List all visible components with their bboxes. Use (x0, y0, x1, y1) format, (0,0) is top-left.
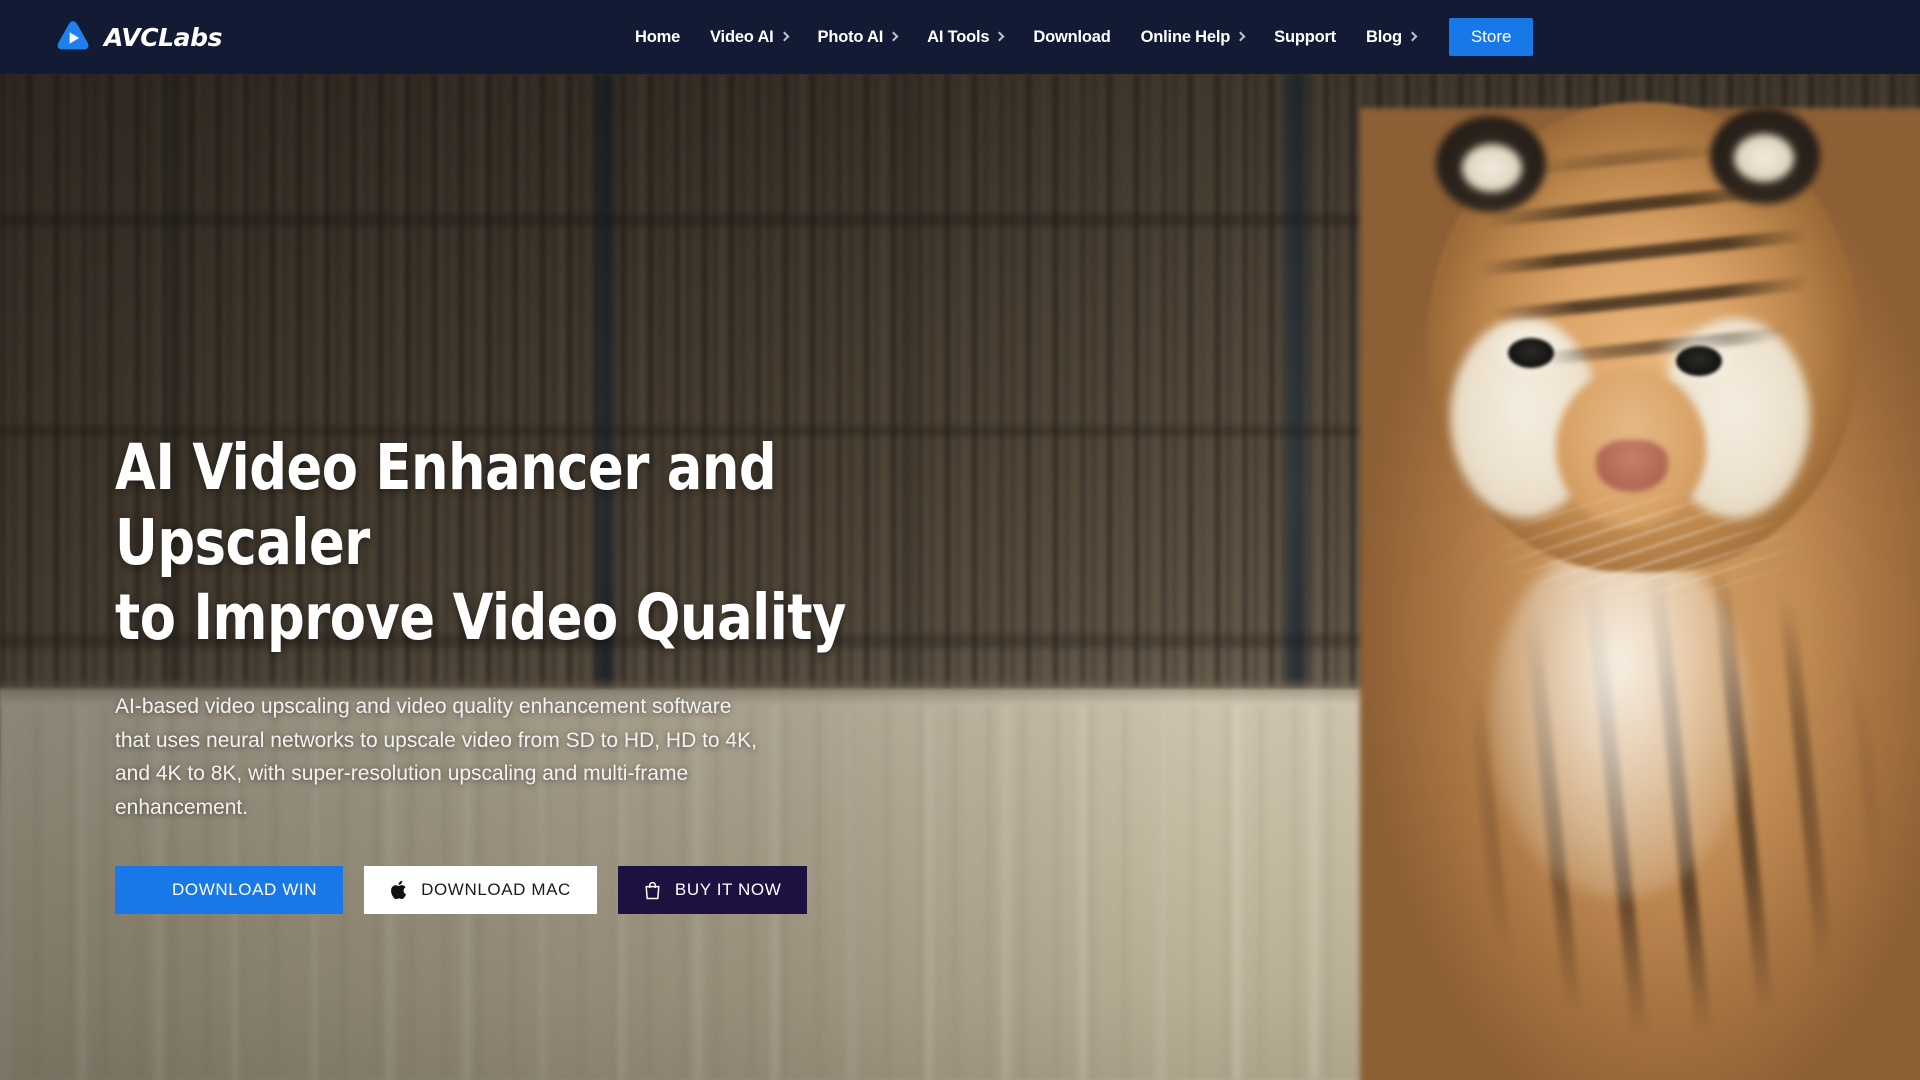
nav-item-ai-tools[interactable]: AI Tools (912, 0, 1018, 74)
nav-item-online-help[interactable]: Online Help (1126, 0, 1259, 74)
hero-headline-line2: to Improve Video Quality (115, 581, 846, 654)
chevron-right-icon (1407, 31, 1418, 42)
play-triangle-logo-icon (54, 18, 92, 56)
download-win-button[interactable]: DOWNLOAD WIN (115, 866, 344, 914)
main-navigation: Home Video AI Photo AI AI Tools Download… (620, 0, 1534, 74)
chevron-right-icon (888, 31, 899, 42)
hero-description: AI-based video upscaling and video quali… (115, 695, 757, 819)
windows-icon (141, 882, 158, 899)
download-win-label: DOWNLOAD WIN (172, 880, 318, 899)
apple-icon (390, 880, 407, 900)
nav-label: Blog (1365, 27, 1402, 46)
nav-label: Online Help (1140, 27, 1231, 46)
nav-label: Home (635, 27, 681, 46)
nav-label: Video AI (710, 27, 774, 46)
nav-item-download[interactable]: Download (1018, 0, 1125, 74)
chevron-right-icon (1235, 31, 1246, 42)
site-header: AVCLabs Home Video AI Photo AI AI Tools … (0, 0, 1920, 74)
buy-it-now-button[interactable]: BUY IT NOW (617, 866, 808, 914)
hero-content: AI Video Enhancer and Upscaler to Improv… (115, 430, 935, 914)
nav-item-photo-ai[interactable]: Photo AI (803, 0, 913, 74)
hero-section: AI Video Enhancer and Upscaler to Improv… (0, 74, 1920, 1080)
hero-headline-line1: AI Video Enhancer and Upscaler (115, 431, 777, 579)
shopping-bag-icon (644, 881, 661, 900)
nav-item-home[interactable]: Home (620, 0, 695, 74)
download-mac-label: DOWNLOAD MAC (421, 880, 571, 899)
nav-label: Photo AI (817, 27, 884, 46)
brand-logo-link[interactable]: AVCLabs (54, 18, 223, 56)
brand-name: AVCLabs (104, 22, 223, 52)
chevron-right-icon (994, 31, 1005, 42)
hero-headline: AI Video Enhancer and Upscaler to Improv… (115, 430, 878, 655)
buy-it-now-label: BUY IT NOW (674, 880, 782, 899)
store-button[interactable]: Store (1448, 18, 1534, 56)
nav-label: Support (1274, 27, 1336, 46)
tiger-photo-subject (1240, 74, 1920, 1080)
hero-cta-row: DOWNLOAD WIN DOWNLOAD MAC BUY IT NOW (115, 866, 935, 914)
download-mac-button[interactable]: DOWNLOAD MAC (364, 866, 597, 914)
chevron-right-icon (779, 31, 789, 42)
nav-item-video-ai[interactable]: Video AI (695, 0, 803, 74)
nav-item-blog[interactable]: Blog (1351, 0, 1431, 74)
nav-label: Download (1033, 27, 1111, 46)
nav-label: AI Tools (927, 27, 990, 46)
nav-item-support[interactable]: Support (1259, 0, 1351, 74)
